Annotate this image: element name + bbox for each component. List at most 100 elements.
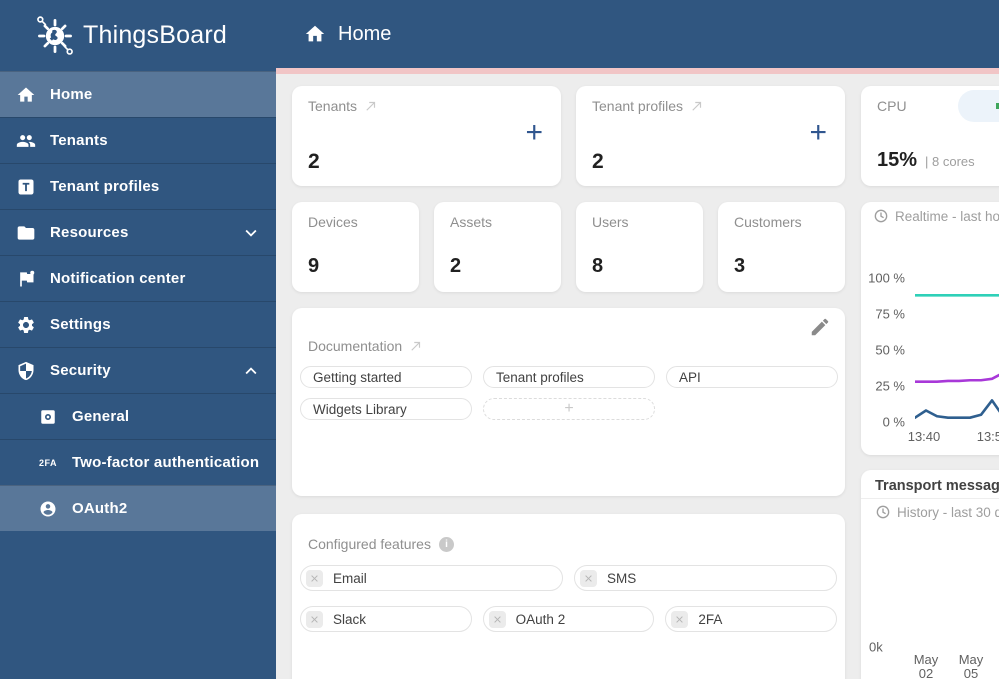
doc-link-chip-api[interactable]: API	[666, 366, 838, 388]
doc-link-chip-tenant-profiles[interactable]: Tenant profiles	[483, 366, 655, 388]
cpu-usage-value: 15%	[877, 149, 918, 171]
tenant-profiles-card[interactable]: Tenant profiles + 2	[576, 86, 845, 186]
edit-icon[interactable]	[809, 316, 831, 338]
sidebar-item-oauth2[interactable]: OAuth2	[0, 485, 276, 531]
gear-icon	[15, 314, 37, 336]
account-icon	[37, 498, 59, 520]
feature-chip-label: Slack	[333, 611, 367, 627]
chevron-down-icon[interactable]	[240, 222, 262, 244]
feature-chip-slack[interactable]: Slack	[300, 606, 472, 632]
y-tick: 0 %	[882, 414, 905, 430]
card-title: Documentation	[308, 338, 423, 354]
feature-chip-2fa[interactable]: 2FA	[665, 606, 838, 632]
remove-feature-icon[interactable]	[671, 610, 689, 628]
feature-chip-sms[interactable]: SMS	[574, 565, 837, 591]
sidebar-item-settings[interactable]: Settings	[0, 301, 276, 347]
devices-card-label: Devices	[308, 214, 358, 230]
tenant-profiles-card-label: Tenant profiles	[592, 98, 684, 114]
remove-feature-icon[interactable]	[306, 569, 323, 587]
thingsboard-logo[interactable]: ThingsBoard	[0, 0, 276, 71]
feature-chip-oauth-2[interactable]: OAuth 2	[482, 606, 655, 632]
feature-chips: Email SMS Slack OAuth 2 2FA	[300, 565, 838, 632]
customers-count: 3	[734, 255, 746, 277]
series-line	[915, 392, 999, 418]
two-factor-icon: 2FA	[38, 457, 57, 468]
assets-card-label: Assets	[450, 214, 493, 230]
y-tick: 0k	[869, 639, 883, 655]
remove-feature-icon[interactable]	[580, 569, 597, 587]
sidebar: ThingsBoard Home Tenants Tenant profiles Re…	[0, 0, 276, 679]
home-icon	[304, 23, 326, 45]
main-area: Home Tenants + 2 Tenant profiles + 2 CPU	[276, 0, 999, 679]
feature-chip-label: OAuth 2	[515, 611, 566, 627]
card-title: Assets	[450, 214, 492, 230]
feature-chip-label: 2FA	[698, 611, 723, 627]
feature-chip-label: Email	[333, 570, 367, 586]
cpu-realtime-chart-card[interactable]: Realtime - last hour 13:40 13:50 100 % 75…	[861, 202, 999, 455]
sidebar-item-security[interactable]: Security	[0, 347, 276, 393]
remove-feature-icon[interactable]	[306, 610, 323, 628]
sidebar-item-resources[interactable]: Resources	[0, 209, 276, 255]
realtime-range-label-row: Realtime - last hour	[873, 208, 999, 224]
cpu-cores-detail: | 8 cores	[925, 154, 975, 169]
tenants-count: 2	[308, 150, 320, 173]
open-tenant-profiles-icon[interactable]	[690, 99, 704, 113]
sidebar-item-general[interactable]: General	[0, 393, 276, 439]
people-icon	[15, 130, 37, 152]
sidebar-item-label: General	[72, 408, 130, 425]
clock-icon	[875, 504, 891, 520]
history-range-label: History - last 30 days	[897, 504, 999, 520]
feature-chip-label: SMS	[607, 570, 637, 586]
users-card[interactable]: Users 8	[576, 202, 703, 292]
info-icon[interactable]: i	[438, 536, 454, 552]
assets-count: 2	[450, 255, 462, 277]
doc-link-chip-widgets-library[interactable]: Widgets Library	[300, 398, 472, 420]
card-title: Users	[592, 214, 629, 230]
cpu-value-row: 15% | 8 cores	[877, 149, 975, 172]
documentation-card[interactable]: Documentation Getting started Tenant prof…	[292, 308, 845, 496]
add-tenant-profile-button[interactable]: +	[809, 118, 827, 148]
cpu-card[interactable]: CPU 15% | 8 cores	[861, 86, 999, 186]
sidebar-item-notification-center[interactable]: Notification center	[0, 255, 276, 301]
y-tick: 75 %	[875, 306, 905, 322]
customers-card[interactable]: Customers 3	[718, 202, 845, 292]
card-title: Customers	[734, 214, 802, 230]
sidebar-item-label: OAuth2	[72, 500, 128, 517]
documentation-card-label: Documentation	[308, 338, 403, 354]
open-tenants-icon[interactable]	[364, 99, 378, 113]
series-line	[915, 369, 999, 382]
card-title: Devices	[308, 214, 358, 230]
add-doc-link-chip[interactable]: +	[483, 398, 655, 420]
gear-square-icon	[37, 406, 59, 428]
sidebar-item-tenants[interactable]: Tenants	[0, 117, 276, 163]
feature-chip-row: Email SMS	[300, 565, 837, 591]
transport-messages-card[interactable]: Transport messages History - last 30 day…	[861, 470, 999, 679]
feature-chip-row: Slack OAuth 2 2FA	[300, 606, 838, 632]
configured-features-card[interactable]: Configured features i Email SMS Slack OAuth…	[292, 514, 845, 679]
top-bar: Home	[276, 0, 999, 68]
add-tenant-button[interactable]: +	[525, 118, 543, 148]
remove-feature-icon[interactable]	[488, 610, 506, 628]
thingsboard-logo-icon	[33, 14, 77, 58]
chevron-up-icon[interactable]	[240, 360, 262, 382]
assets-card[interactable]: Assets 2	[434, 202, 561, 292]
realtime-range-label: Realtime - last hour	[895, 208, 999, 224]
users-count: 8	[592, 255, 604, 277]
open-documentation-icon[interactable]	[409, 339, 423, 353]
sidebar-item-home[interactable]: Home	[0, 71, 276, 117]
feature-chip-email[interactable]: Email	[300, 565, 563, 591]
users-card-label: Users	[592, 214, 629, 230]
x-tick: 13:50	[976, 429, 999, 444]
tenants-card[interactable]: Tenants + 2	[292, 86, 561, 186]
card-title: Tenant profiles	[592, 98, 704, 114]
dashboard-content: Tenants + 2 Tenant profiles + 2 CPU 15% …	[276, 74, 999, 679]
tenants-card-label: Tenants	[308, 98, 358, 114]
sidebar-item-tenant-profiles[interactable]: Tenant profiles	[0, 163, 276, 209]
tenant-profiles-count: 2	[592, 150, 604, 173]
sidebar-item-label: Security	[50, 362, 111, 379]
doc-link-chip-getting-started[interactable]: Getting started	[300, 366, 472, 388]
divider	[861, 498, 999, 499]
devices-card[interactable]: Devices 9	[292, 202, 419, 292]
sidebar-item-two-factor-authentication[interactable]: 2FA Two-factor authentication	[0, 439, 276, 485]
cpu-badge[interactable]	[958, 90, 999, 122]
